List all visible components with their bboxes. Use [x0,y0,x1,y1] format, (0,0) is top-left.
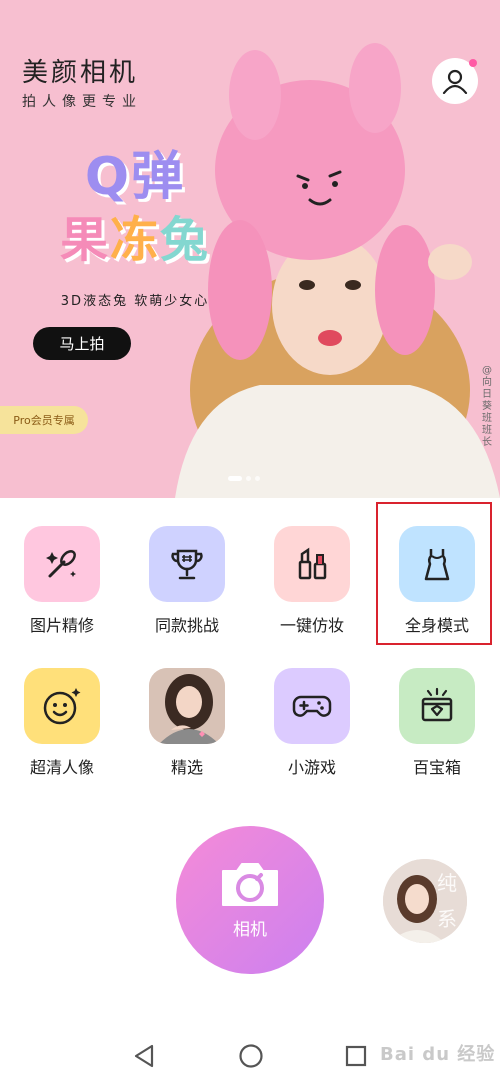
feature-same-challenge[interactable]: 同款挑战 [132,526,242,636]
pure-style-thumbnail[interactable]: 纯系 [383,859,467,943]
gamepad-icon [292,695,332,717]
lipstick-icon [298,547,327,580]
feature-tile [24,526,100,602]
treasure-box-icon [421,687,453,722]
feature-hd-portrait[interactable]: 超清人像 [7,668,117,778]
featured-thumbnail [149,668,225,744]
pager-dot [246,476,251,481]
user-icon [442,69,468,94]
promo-line1: Q弹 [84,147,186,207]
camera-button[interactable]: 相机 [176,826,324,974]
app-subtitle: 拍人像更专业 [22,94,142,110]
feature-label: 超清人像 [29,758,94,777]
camera-label: 相机 [233,919,267,940]
makeup-brush-icon [46,550,76,578]
feature-label: 小游戏 [287,758,336,777]
promo-banner[interactable]: 美颜相机 拍人像更专业 Q弹 果冻兔 3D液态兔 软萌少女心 马上拍 Pro会员… [0,0,500,498]
pure-style-text: 纯系 [437,871,457,931]
feature-tile [274,668,350,744]
feature-label: 一键仿妆 [279,616,344,635]
feature-mini-games[interactable]: 小游戏 [257,668,367,778]
banner-pager [228,476,260,481]
feature-label: 百宝箱 [412,758,461,777]
pro-member-badge: Pro会员专属 [0,406,88,434]
camera-icon [222,862,278,906]
feature-treasure-box[interactable]: 百宝箱 [382,668,492,778]
feature-one-click-makeup[interactable]: 一键仿妆 [257,526,367,636]
author-credit: @向日葵班班长 [482,365,492,448]
feature-tile [24,668,100,744]
smiley-face-icon [43,688,81,725]
recents-square-icon[interactable] [344,1043,368,1069]
app-title: 美颜相机 [22,58,139,88]
promo-subtitle: 3D液态兔 软萌少女心 [60,294,210,309]
promo-char: 果 [59,212,110,268]
highlight-box [376,502,492,645]
notification-dot [469,59,477,67]
promo-char: 兔 [160,212,211,268]
promo-char: 冻 [109,212,160,268]
feature-photo-retouch[interactable]: 图片精修 [7,526,117,636]
home-circle-icon[interactable] [238,1043,264,1069]
profile-button[interactable] [432,58,478,104]
baidu-watermark: Bai du 经验 [380,1044,496,1065]
pager-dot-active [228,476,242,481]
promo-line2: 果冻兔 [40,209,230,271]
feature-tile [399,668,475,744]
pager-dot [255,476,260,481]
feature-tile [149,526,225,602]
feature-featured[interactable]: 精选 [132,668,242,778]
feature-label: 同款挑战 [154,616,219,635]
feature-tile [274,526,350,602]
trophy-icon [171,549,203,580]
shoot-now-button[interactable]: 马上拍 [33,327,131,360]
promo-title: Q弹 果冻兔 [40,145,230,271]
back-triangle-icon[interactable] [132,1043,156,1069]
portrait-photo [149,668,225,744]
feature-label: 图片精修 [29,616,94,635]
feature-label: 精选 [170,758,203,777]
